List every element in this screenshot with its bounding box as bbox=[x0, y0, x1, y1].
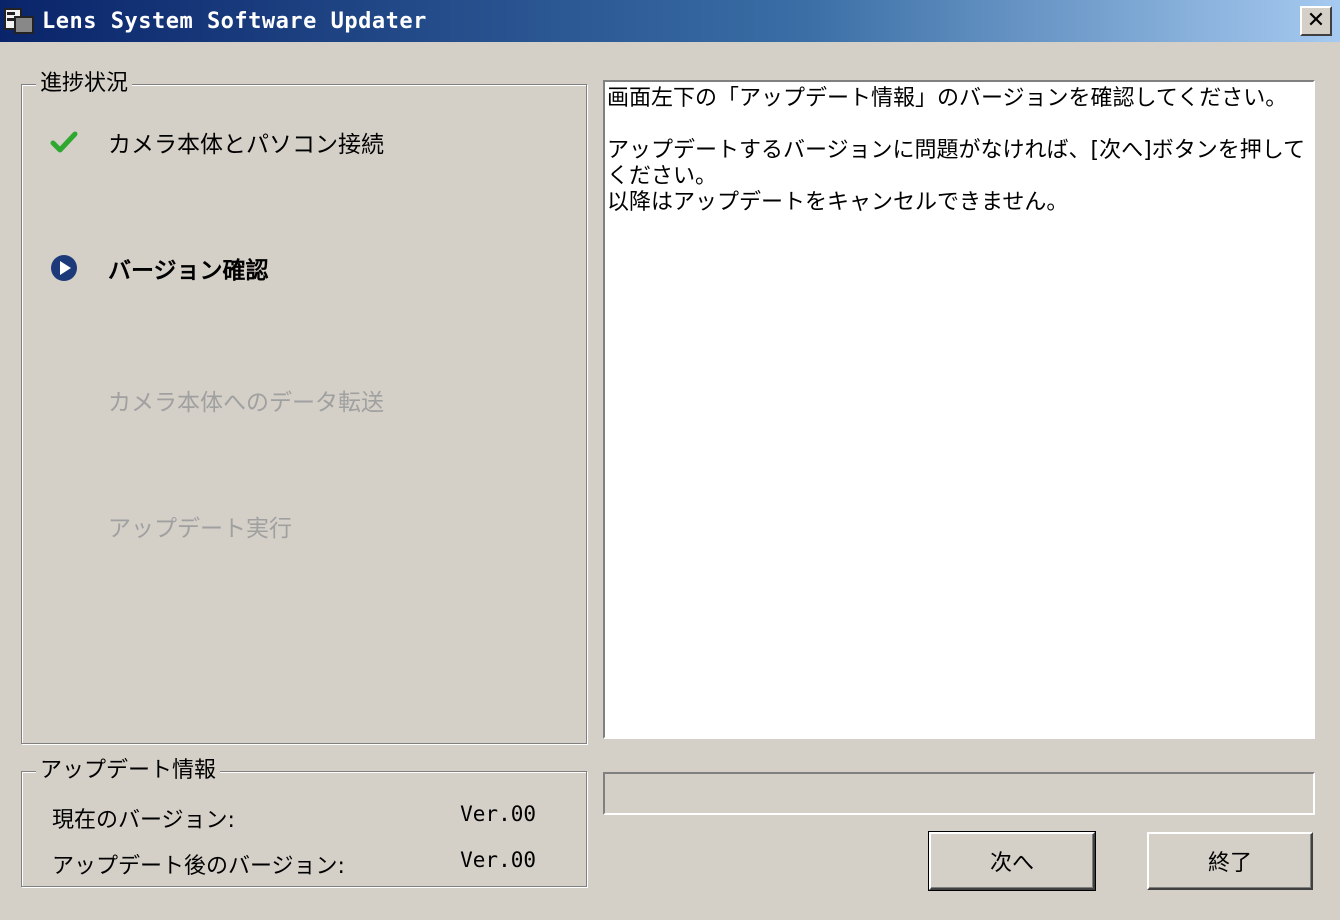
step-label: カメラ本体とパソコン接続 bbox=[108, 132, 384, 158]
play-circle-icon bbox=[48, 252, 80, 284]
checkmark-icon bbox=[48, 126, 80, 158]
window-title: Lens System Software Updater bbox=[42, 8, 427, 34]
current-version-row: 現在のバージョン: Ver.00 bbox=[52, 802, 536, 834]
title-bar: Lens System Software Updater ✕ bbox=[0, 0, 1340, 42]
update-info-group: アップデート情報 現在のバージョン: Ver.00 アップデート後のバージョン:… bbox=[21, 758, 587, 887]
message-line-2: アップデートするバージョンに問題がなければ、[次へ]ボタンを押してください。 bbox=[607, 138, 1306, 189]
after-version-value: Ver.00 bbox=[460, 848, 536, 872]
step-label: バージョン確認 bbox=[108, 258, 269, 284]
close-icon: ✕ bbox=[1306, 8, 1326, 33]
after-version-label: アップデート後のバージョン: bbox=[52, 854, 345, 879]
exit-button[interactable]: 終了 bbox=[1147, 832, 1313, 890]
progress-legend: 進捗状況 bbox=[36, 71, 133, 97]
current-version-value: Ver.00 bbox=[460, 802, 536, 826]
progress-bar bbox=[603, 772, 1315, 815]
message-panel[interactable]: 画面左下の「アップデート情報」のバージョンを確認してください。 アップデートする… bbox=[603, 80, 1315, 739]
close-button[interactable]: ✕ bbox=[1300, 6, 1332, 36]
step-data-transfer: カメラ本体へのデータ転送 bbox=[22, 383, 384, 417]
message-line-3: 以降はアップデートをキャンセルできません。 bbox=[607, 190, 1069, 215]
step-label: カメラ本体へのデータ転送 bbox=[108, 390, 384, 416]
step-connect: カメラ本体とパソコン接続 bbox=[22, 125, 384, 159]
message-line-1: 画面左下の「アップデート情報」のバージョンを確認してください。 bbox=[607, 86, 1288, 111]
step-version-check: バージョン確認 bbox=[22, 251, 269, 285]
next-button[interactable]: 次へ bbox=[928, 831, 1096, 891]
after-version-row: アップデート後のバージョン: Ver.00 bbox=[52, 848, 536, 880]
current-version-label: 現在のバージョン: bbox=[52, 808, 235, 833]
app-icon bbox=[2, 4, 36, 38]
update-info-legend: アップデート情報 bbox=[36, 758, 221, 784]
progress-group: 進捗状況 カメラ本体とパソコン接続 バージョン確認 カメラ本体へのデータ転送 ア… bbox=[21, 71, 587, 744]
step-label: アップデート実行 bbox=[108, 516, 292, 542]
step-update-execute: アップデート実行 bbox=[22, 509, 292, 543]
